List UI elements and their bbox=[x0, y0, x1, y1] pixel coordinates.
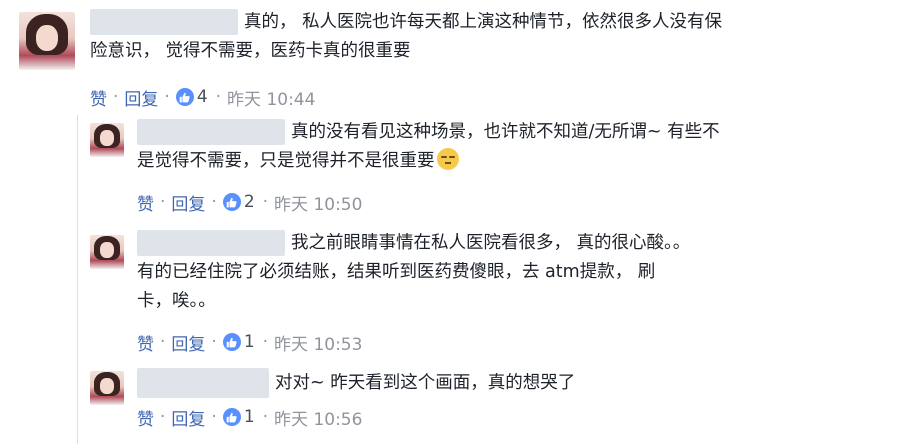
redacted-username[interactable] bbox=[137, 119, 285, 145]
redacted-username[interactable] bbox=[137, 230, 285, 256]
timestamp[interactable]: 昨天 10:56 bbox=[274, 405, 362, 430]
reply-button[interactable]: 回复 bbox=[171, 405, 205, 430]
comment-text-line: 有的已经住院了必须结账，结果听到医药费傻眼，去 atm提款， 刷 bbox=[137, 262, 656, 282]
reply-button[interactable]: 回复 bbox=[171, 190, 205, 215]
comment-text-line: 真的， 私人医院也许每天都上演这种情节，依然很多人没有保 bbox=[244, 12, 723, 32]
comment-actions: 赞 · 回复 · 4 · 昨天 10:44 bbox=[90, 85, 315, 110]
comment-actions: 赞 · 回复 · 1 · 昨天 10:56 bbox=[137, 405, 362, 430]
like-button[interactable]: 赞 bbox=[137, 330, 154, 355]
comment-text-line: 卡，唉。。 bbox=[137, 291, 216, 311]
avatar[interactable] bbox=[90, 371, 124, 405]
thumbs-up-icon[interactable] bbox=[222, 193, 241, 211]
like-count[interactable]: 1 bbox=[244, 332, 255, 352]
comment-text-line: 是觉得不需要，只是觉得并不是很重要 bbox=[137, 151, 435, 171]
like-button[interactable]: 赞 bbox=[90, 85, 107, 110]
comment-text-line: 险意识， 觉得不需要，医药卡真的很重要 bbox=[90, 41, 411, 61]
avatar[interactable] bbox=[90, 123, 124, 157]
comment-text-line: 对对~ 昨天看到这个画面，真的想哭了 bbox=[275, 373, 576, 393]
comment-text-line: 我之前眼睛事情在私人医院看很多， 真的很心酸。。 bbox=[291, 233, 691, 253]
like-count[interactable]: 4 bbox=[197, 87, 208, 107]
timestamp[interactable]: 昨天 10:50 bbox=[274, 190, 362, 215]
comment-actions: 赞 · 回复 · 2 · 昨天 10:50 bbox=[137, 190, 362, 215]
reply-thread-line bbox=[77, 115, 78, 444]
thumbs-up-icon[interactable] bbox=[222, 333, 241, 351]
avatar[interactable] bbox=[19, 12, 75, 70]
avatar[interactable] bbox=[90, 235, 124, 269]
reply-button[interactable]: 回复 bbox=[124, 85, 158, 110]
like-button[interactable]: 赞 bbox=[137, 405, 154, 430]
redacted-username[interactable] bbox=[137, 368, 269, 398]
relieved-face-icon bbox=[436, 148, 459, 170]
comment-actions: 赞 · 回复 · 1 · 昨天 10:53 bbox=[137, 330, 362, 355]
thumbs-up-icon[interactable] bbox=[222, 408, 241, 426]
timestamp[interactable]: 昨天 10:53 bbox=[274, 330, 362, 355]
like-button[interactable]: 赞 bbox=[137, 190, 154, 215]
redacted-username[interactable] bbox=[90, 9, 238, 35]
timestamp[interactable]: 昨天 10:44 bbox=[227, 85, 315, 110]
comment-text-line: 真的没有看见这种场景，也许就不知道/无所谓~ 有些不 bbox=[291, 122, 720, 142]
thumbs-up-icon[interactable] bbox=[175, 88, 194, 106]
like-count[interactable]: 2 bbox=[244, 192, 255, 212]
reply-button[interactable]: 回复 bbox=[171, 330, 205, 355]
like-count[interactable]: 1 bbox=[244, 407, 255, 427]
